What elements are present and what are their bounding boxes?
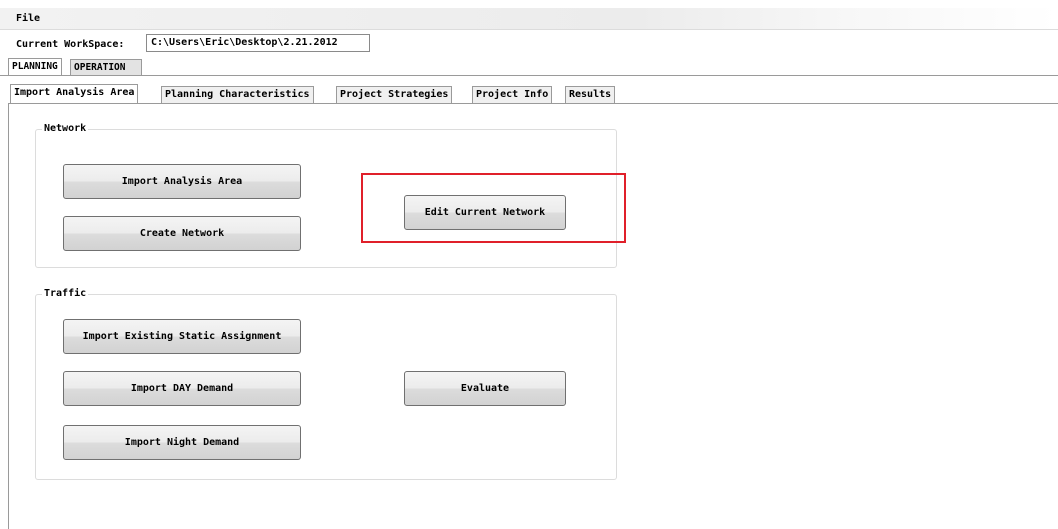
- import-static-assignment-button[interactable]: Import Existing Static Assignment: [63, 319, 301, 354]
- tab-import-analysis-area[interactable]: Import Analysis Area: [10, 84, 139, 104]
- inner-tab-divider: [8, 103, 1058, 104]
- panel-left-border: [8, 103, 9, 529]
- evaluate-button[interactable]: Evaluate: [404, 371, 566, 406]
- workspace-label: Current WorkSpace:: [16, 39, 125, 50]
- tab-operation[interactable]: OPERATION: [70, 59, 142, 75]
- outer-tab-divider: [0, 75, 1058, 76]
- menu-bar: File: [0, 8, 1058, 30]
- tab-results[interactable]: Results: [565, 86, 616, 103]
- tab-planning[interactable]: PLANNING: [8, 58, 62, 75]
- import-day-demand-button[interactable]: Import DAY Demand: [63, 371, 301, 406]
- tab-planning-characteristics[interactable]: Planning Characteristics: [161, 86, 314, 103]
- network-group-title: Network: [42, 123, 89, 134]
- tab-project-info[interactable]: Project Info: [472, 86, 553, 103]
- traffic-group-title: Traffic: [42, 288, 89, 299]
- menu-file[interactable]: File: [16, 13, 40, 24]
- import-night-demand-button[interactable]: Import Night Demand: [63, 425, 301, 460]
- tab-project-strategies[interactable]: Project Strategies: [336, 86, 453, 103]
- create-network-button[interactable]: Create Network: [63, 216, 301, 251]
- highlight-box: [361, 173, 626, 243]
- workspace-path-field[interactable]: C:\Users\Eric\Desktop\2.21.2012: [146, 34, 370, 52]
- import-analysis-area-button[interactable]: Import Analysis Area: [63, 164, 301, 199]
